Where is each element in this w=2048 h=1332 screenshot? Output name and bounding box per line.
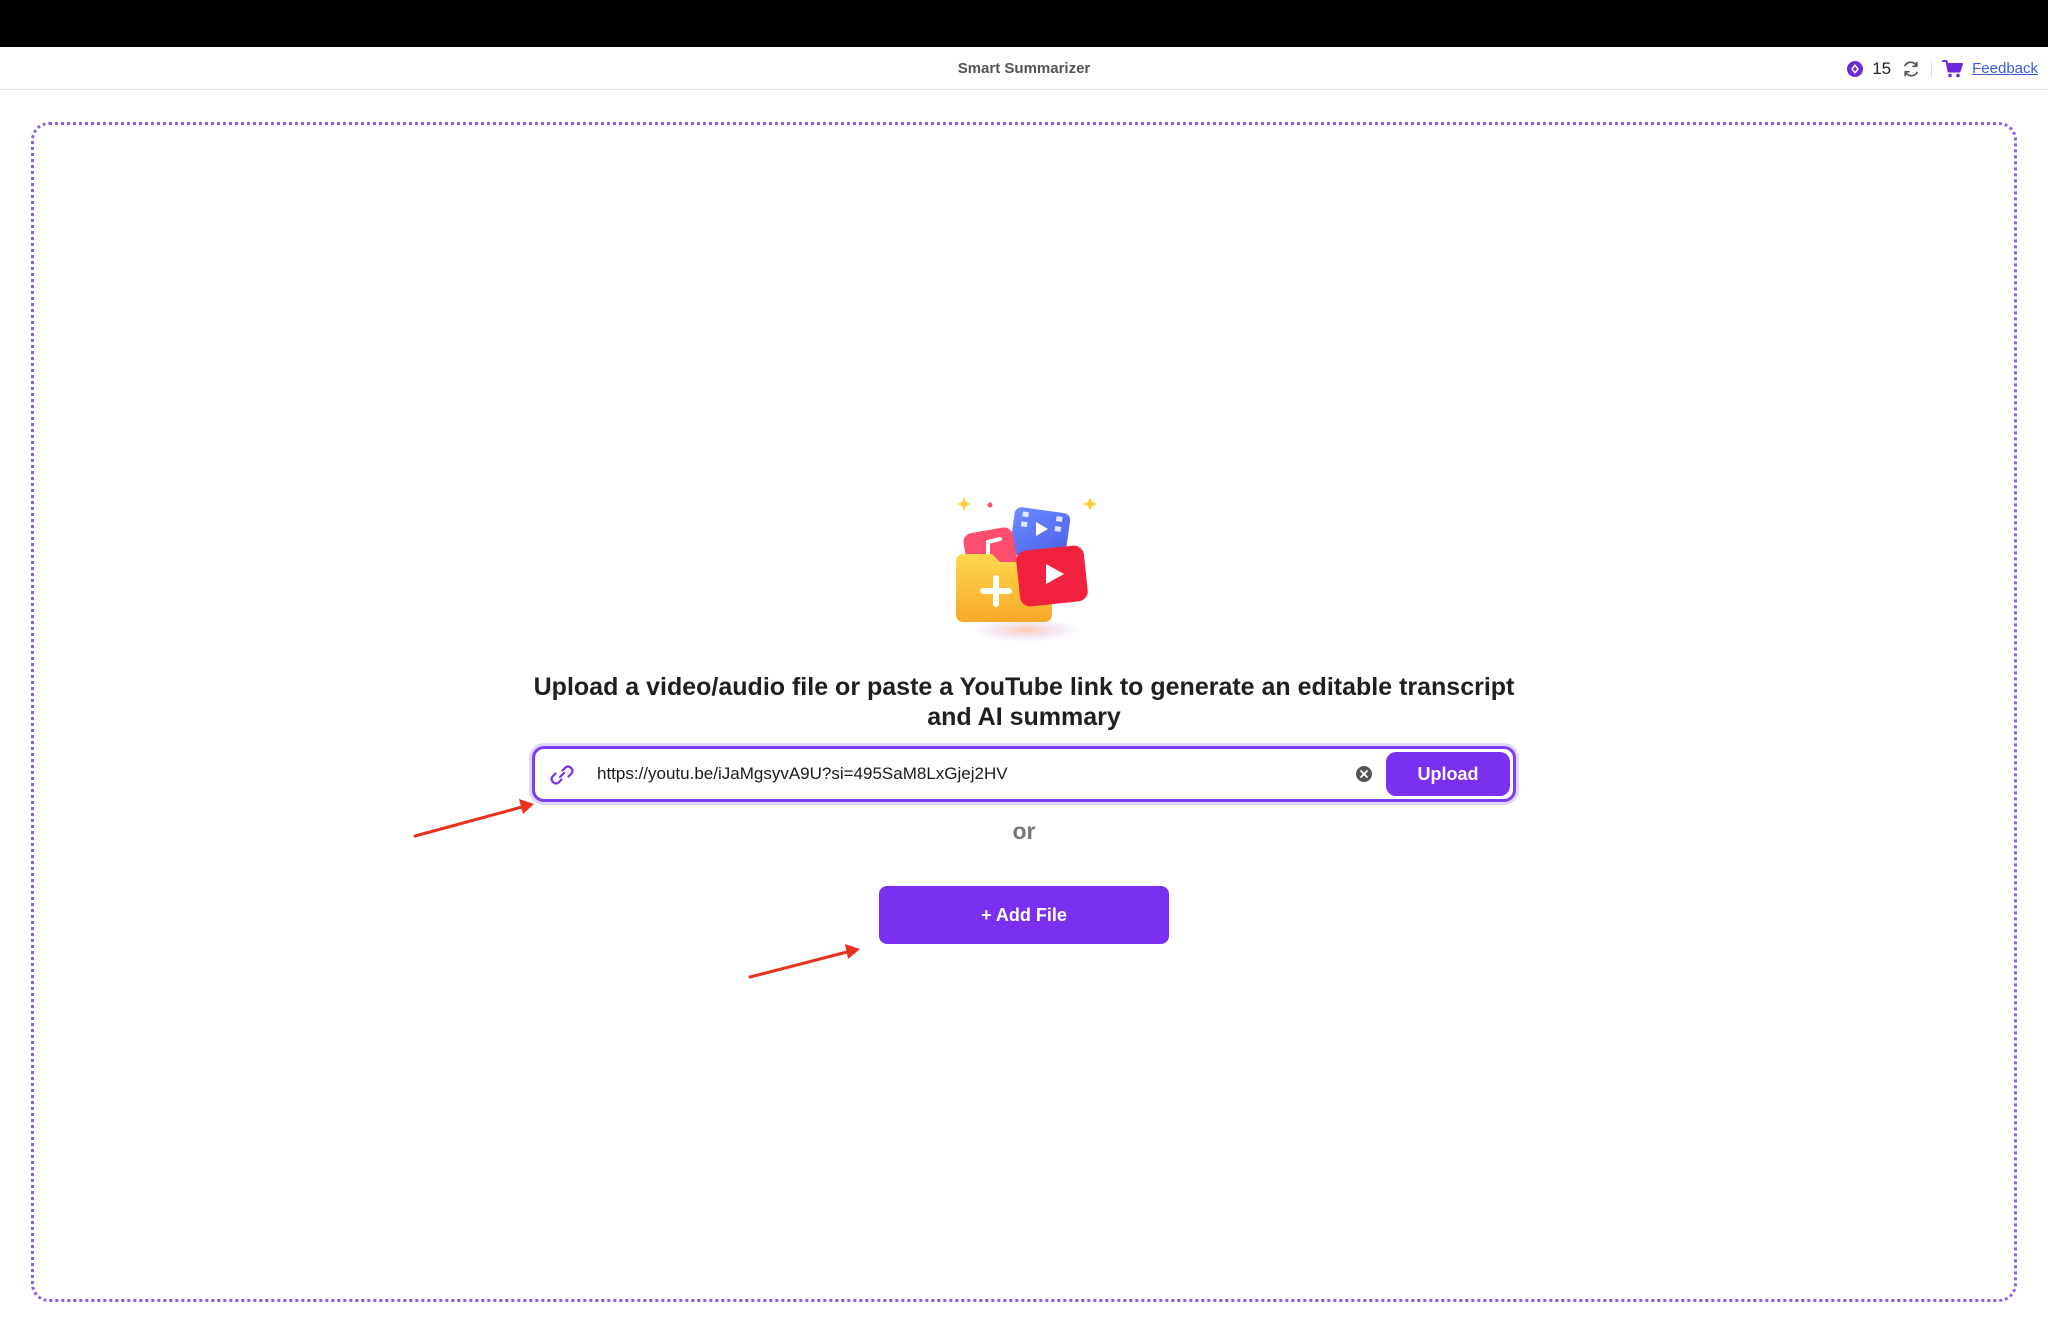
upload-button[interactable]: Upload — [1386, 752, 1510, 796]
youtube-link-field: Upload — [532, 746, 1516, 802]
credit-count: 15 — [1872, 58, 1892, 78]
upload-headline: Upload a video/audio file or paste a You… — [533, 673, 1515, 731]
header-actions: 15 Feedback — [1846, 47, 2038, 90]
youtube-url-input[interactable] — [595, 757, 1375, 791]
arrow-icon — [748, 944, 860, 979]
coin-icon — [1847, 60, 1864, 77]
link-icon — [550, 765, 574, 785]
cart-icon[interactable] — [1942, 59, 1964, 79]
header-divider — [1931, 60, 1933, 77]
app-header: Smart Summarizer 15 Feedback — [0, 47, 2048, 90]
feedback-link[interactable]: Feedback — [1972, 60, 2038, 77]
top-black-bar — [0, 0, 2048, 47]
clear-icon[interactable] — [1355, 765, 1373, 783]
app-title: Smart Summarizer — [957, 60, 1091, 77]
refresh-icon[interactable] — [1901, 59, 1921, 79]
arrow-icon — [413, 799, 534, 838]
or-separator: or — [1012, 818, 1036, 844]
media-folder-illustration — [956, 497, 1097, 642]
add-file-button[interactable]: + Add File — [879, 886, 1169, 944]
